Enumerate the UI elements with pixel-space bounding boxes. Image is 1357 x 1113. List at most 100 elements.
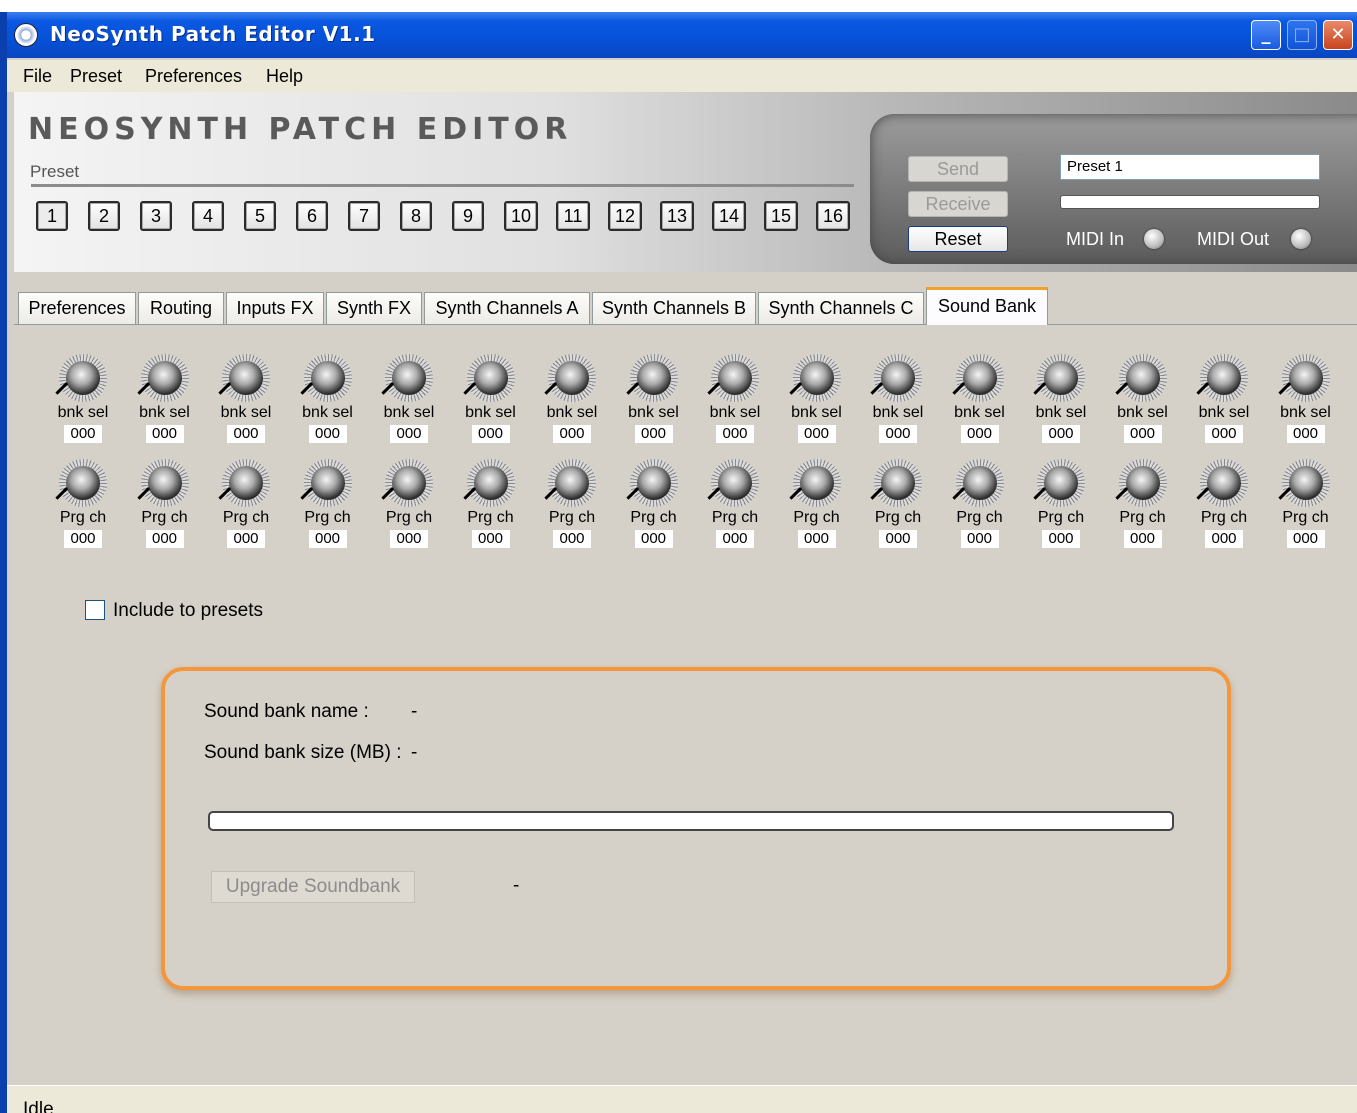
program-change-value-9[interactable]: 000 [716, 530, 754, 548]
bank-select-value-14[interactable]: 000 [1123, 425, 1162, 443]
preset-button-4[interactable]: 4 [192, 201, 224, 231]
bank-select-value-8[interactable]: 000 [634, 425, 673, 443]
preset-button-11[interactable]: 11 [556, 201, 590, 231]
tab-routing[interactable]: Routing [138, 292, 224, 324]
program-change-value-8[interactable]: 000 [634, 530, 673, 548]
bank-select-value-4[interactable]: 000 [308, 425, 347, 443]
program-change-value-1[interactable]: 000 [64, 530, 102, 548]
reset-button[interactable]: Reset [908, 226, 1008, 252]
program-change-knob-4[interactable] [303, 459, 352, 507]
title-bar[interactable]: NeoSynth Patch Editor V1.1 _ □ ✕ [7, 12, 1357, 58]
bank-select-value-15[interactable]: 000 [1205, 425, 1243, 443]
include-to-presets-checkbox[interactable] [85, 600, 105, 620]
tab-preferences[interactable]: Preferences [18, 292, 136, 324]
tab-synth-channels-c[interactable]: Synth Channels C [758, 292, 924, 324]
bank-select-knob-1[interactable] [59, 354, 107, 402]
program-change-value-7[interactable]: 000 [553, 530, 591, 548]
preset-button-15[interactable]: 15 [764, 201, 798, 231]
program-change-knob-1[interactable] [59, 459, 107, 507]
program-change-knob-15[interactable] [1200, 459, 1248, 507]
bank-select-knob-9[interactable] [711, 354, 759, 402]
program-change-value-2[interactable]: 000 [145, 530, 184, 548]
tab-inputs-fx[interactable]: Inputs FX [226, 292, 324, 324]
bank-select-value-9[interactable]: 000 [716, 425, 754, 443]
bank-select-value-11[interactable]: 000 [879, 425, 917, 443]
tab-synth-channels-b[interactable]: Synth Channels B [592, 292, 756, 324]
tab-synth-fx[interactable]: Synth FX [326, 292, 422, 324]
program-change-knob-9[interactable] [711, 459, 759, 507]
program-change-knob-12[interactable] [955, 459, 1004, 507]
program-change-value-5[interactable]: 000 [390, 530, 428, 548]
bank-select-value-12[interactable]: 000 [960, 425, 999, 443]
preset-button-3[interactable]: 3 [140, 201, 172, 231]
menu-preset[interactable]: Preset [70, 66, 122, 87]
preset-button-7[interactable]: 7 [348, 201, 380, 231]
preset-button-6[interactable]: 6 [296, 201, 328, 231]
program-change-knob-5[interactable] [385, 459, 433, 507]
bank-select-value-2[interactable]: 000 [145, 425, 184, 443]
preset-button-8[interactable]: 8 [400, 201, 432, 231]
bank-select-knob-16[interactable] [1281, 354, 1330, 402]
bank-select-value-7[interactable]: 000 [553, 425, 591, 443]
program-change-knob-7[interactable] [548, 459, 596, 507]
bank-select-knob-15[interactable] [1200, 354, 1248, 402]
bank-select-knob-6[interactable] [466, 354, 515, 402]
bank-select-knob-8[interactable] [629, 354, 678, 402]
program-change-value-15[interactable]: 000 [1205, 530, 1243, 548]
send-button[interactable]: Send [908, 156, 1008, 182]
program-change-knob-16[interactable] [1281, 459, 1330, 507]
program-change-knob-11[interactable] [874, 459, 922, 507]
menu-file[interactable]: File [23, 66, 52, 87]
receive-button[interactable]: Receive [908, 191, 1008, 217]
program-change-value-11[interactable]: 000 [879, 530, 917, 548]
menu-preferences[interactable]: Preferences [145, 66, 242, 87]
program-change-knob-3[interactable] [222, 459, 270, 507]
tab-sound-bank[interactable]: Sound Bank [926, 287, 1048, 325]
preset-button-14[interactable]: 14 [712, 201, 746, 231]
preset-button-13[interactable]: 13 [660, 201, 694, 231]
bank-select-knob-12[interactable] [955, 354, 1004, 402]
program-change-value-13[interactable]: 000 [1042, 530, 1080, 548]
bank-select-knob-7[interactable] [548, 354, 596, 402]
program-change-knob-10[interactable] [792, 459, 841, 507]
program-change-value-3[interactable]: 000 [227, 530, 265, 548]
bank-select-value-3[interactable]: 000 [227, 425, 265, 443]
bank-select-knob-10[interactable] [792, 354, 841, 402]
bank-select-knob-5[interactable] [385, 354, 433, 402]
bank-select-value-6[interactable]: 000 [471, 425, 510, 443]
program-change-knob-2[interactable] [140, 459, 189, 507]
program-change-value-10[interactable]: 000 [797, 530, 836, 548]
program-change-knob-8[interactable] [629, 459, 678, 507]
bank-select-knob-3[interactable] [222, 354, 270, 402]
close-button[interactable]: ✕ [1323, 20, 1353, 50]
bank-select-knob-2[interactable] [140, 354, 189, 402]
program-change-knob-6[interactable] [466, 459, 515, 507]
preset-button-12[interactable]: 12 [608, 201, 642, 231]
program-change-value-12[interactable]: 000 [960, 530, 999, 548]
preset-button-9[interactable]: 9 [452, 201, 484, 231]
program-change-value-4[interactable]: 000 [308, 530, 347, 548]
bank-select-knob-4[interactable] [303, 354, 352, 402]
program-change-knob-14[interactable] [1118, 459, 1167, 507]
preset-button-5[interactable]: 5 [244, 201, 276, 231]
bank-select-knob-11[interactable] [874, 354, 922, 402]
tab-synth-channels-a[interactable]: Synth Channels A [424, 292, 590, 324]
bank-select-value-5[interactable]: 000 [390, 425, 428, 443]
preset-button-1[interactable]: 1 [36, 201, 68, 231]
bank-select-value-10[interactable]: 000 [797, 425, 836, 443]
preset-button-16[interactable]: 16 [816, 201, 850, 231]
program-change-value-6[interactable]: 000 [471, 530, 510, 548]
program-change-value-16[interactable]: 000 [1286, 530, 1325, 548]
preset-button-2[interactable]: 2 [88, 201, 120, 231]
menu-help[interactable]: Help [266, 66, 303, 87]
bank-select-knob-13[interactable] [1037, 354, 1085, 402]
maximize-button[interactable]: □ [1287, 20, 1317, 50]
bank-select-knob-14[interactable] [1118, 354, 1167, 402]
bank-select-value-1[interactable]: 000 [64, 425, 102, 443]
preset-button-10[interactable]: 10 [504, 201, 538, 231]
minimize-button[interactable]: _ [1251, 20, 1281, 50]
bank-select-value-13[interactable]: 000 [1042, 425, 1080, 443]
program-change-value-14[interactable]: 000 [1123, 530, 1162, 548]
preset-name-field[interactable]: Preset 1 [1060, 154, 1320, 180]
bank-select-value-16[interactable]: 000 [1286, 425, 1325, 443]
